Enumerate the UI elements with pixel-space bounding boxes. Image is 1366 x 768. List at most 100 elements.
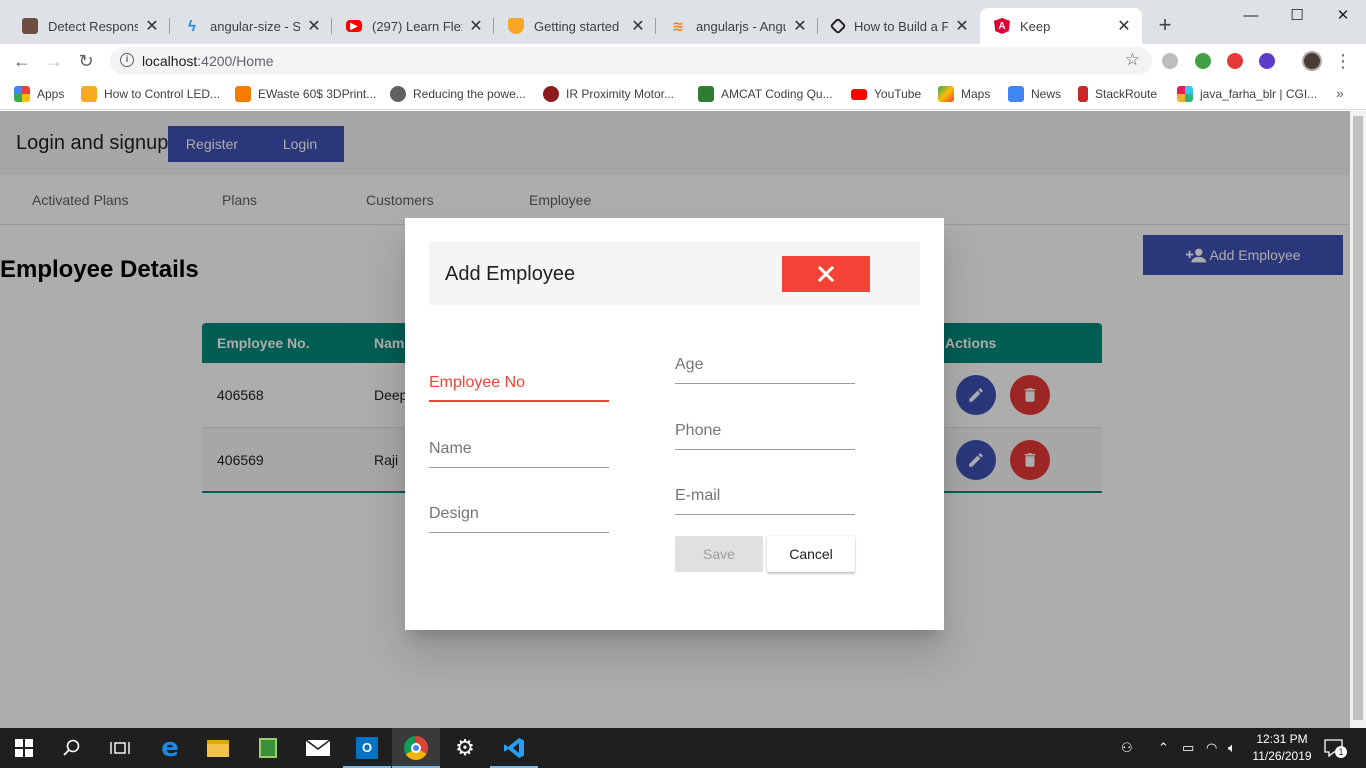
search-button[interactable] [48,728,96,768]
close-tab-icon[interactable]: ✕ [306,16,322,36]
browser-tab-strip: Detect Responsive ✕ ϟ angular-size - Sta… [0,0,1366,44]
file-explorer-button[interactable] [194,728,242,768]
bookmark-favicon [81,86,97,102]
browser-tab[interactable]: Detect Responsive ✕ [8,8,170,44]
bookmark-item[interactable]: Maps [938,85,990,103]
browser-toolbar: ← → ↻ i localhost:4200/Home ☆ [0,44,1366,78]
email-field[interactable]: E-mail [675,475,855,515]
vscode-button[interactable] [490,728,538,768]
maps-icon [938,86,954,102]
close-icon [818,266,834,282]
reload-icon[interactable]: ↻ [74,49,98,73]
chrome-icon [404,736,428,760]
bookmark-item[interactable]: News [1008,85,1061,103]
outlook-button[interactable]: O [343,728,391,768]
show-hidden-icons-icon[interactable]: ⌃ [1158,740,1169,756]
bookmark-apps[interactable]: Apps [14,85,64,103]
wifi-icon[interactable]: ◠ [1206,740,1217,756]
youtube-icon [851,88,867,100]
name-field[interactable]: Name [429,428,609,468]
new-tab-button[interactable]: + [1152,12,1178,38]
extension-icon[interactable] [1227,53,1243,69]
bookmark-item[interactable]: java_farha_blr | CGI... [1177,85,1317,103]
phone-field[interactable]: Phone [675,410,855,450]
address-bar[interactable]: i localhost:4200/Home ☆ [110,47,1152,75]
youtube-icon: ▶ [346,20,362,32]
settings-button[interactable]: ⚙ [441,728,489,768]
close-tab-icon[interactable]: ✕ [468,16,484,36]
browser-tab-active[interactable]: A Keep ✕ [980,8,1142,44]
bolt-icon: ϟ [188,17,196,35]
bookmark-item[interactable]: StackRoute [1078,85,1157,103]
edge-icon: e [161,733,179,763]
design-label: Design [429,505,479,522]
employee-no-label: Employee No [429,374,526,391]
notification-center-icon[interactable]: 1 [1324,738,1347,758]
bookmark-item[interactable]: IR Proximity Motor... [543,85,674,103]
scrollbar-thumb[interactable] [1353,116,1363,720]
bookmark-item[interactable]: Reducing the powe... [390,85,526,103]
bookmark-star-icon[interactable]: ☆ [1125,50,1140,70]
browser-tab[interactable]: ▶ (297) Learn Flexbo ✕ [332,8,494,44]
maximize-window-icon[interactable]: ☐ [1274,0,1320,32]
news-icon [1008,86,1024,102]
chrome-taskbar-button[interactable] [392,728,440,768]
clock-time: 12:31 PM [1256,732,1308,746]
close-tab-icon[interactable]: ✕ [630,16,646,36]
more-bookmarks-icon[interactable]: » [1336,85,1344,101]
close-tab-icon[interactable]: ✕ [144,16,160,36]
save-button[interactable]: Save [675,536,763,572]
battery-icon[interactable]: ▭ [1182,740,1194,756]
edge-taskbar-button[interactable]: e [146,728,194,768]
bookmarks-bar: Apps How to Control LED... EWaste 60$ 3D… [0,78,1366,110]
close-tab-icon[interactable]: ✕ [792,16,808,36]
browser-tab[interactable]: Getting started | A ✕ [494,8,656,44]
task-view-icon [110,742,130,754]
task-view-button[interactable] [96,728,144,768]
windows-taskbar: e O ⚙ ⚇ ⌃ ▭ ◠ 🔈︎ 12:31 PM 11/26/2019 1 [0,728,1366,768]
angular-icon: A [994,18,1010,34]
bookmark-item[interactable]: EWaste 60$ 3DPrint... [235,85,376,103]
forward-arrow-icon[interactable]: → [42,49,66,73]
back-arrow-icon[interactable]: ← [10,49,34,73]
close-window-icon[interactable]: ✕ [1320,0,1366,32]
bookmark-favicon [543,86,559,102]
close-tab-icon[interactable]: ✕ [954,16,970,36]
browser-tab[interactable]: ≋ angularjs - Angula ✕ [656,8,818,44]
apps-grid-icon [14,86,30,102]
mail-button[interactable] [294,728,342,768]
phone-label: Phone [675,422,722,439]
browser-tab[interactable]: How to Build a Ful ✕ [818,8,980,44]
bookmark-item[interactable]: YouTube [851,85,921,103]
profile-avatar[interactable] [1302,51,1322,71]
volume-icon[interactable]: 🔈︎ [1228,740,1236,756]
media-app-button[interactable] [244,728,292,768]
employee-no-field[interactable]: Employee No [429,362,609,402]
age-field[interactable]: Age [675,344,855,384]
dark-mode-extension-icon[interactable] [1259,53,1275,69]
url-text[interactable]: localhost:4200/Home [142,53,274,69]
tab-title: Getting started | A [534,18,624,34]
codepen-icon [829,17,847,35]
browser-tab[interactable]: ϟ angular-size - Stac ✕ [170,8,332,44]
tab-title: angularjs - Angula [696,18,786,34]
design-field[interactable]: Design [429,493,609,533]
notification-count-badge: 1 [1335,746,1347,758]
cancel-button[interactable]: Cancel [767,536,855,572]
site-info-icon[interactable]: i [120,53,134,67]
extension-icon[interactable] [1195,53,1211,69]
search-icon [63,739,80,756]
name-label: Name [429,440,472,457]
browser-menu-icon[interactable]: ⋮ [1334,51,1352,71]
close-tab-icon[interactable]: ✕ [1116,16,1132,36]
bookmark-item[interactable]: How to Control LED... [81,85,220,103]
globe-extension-icon[interactable] [1162,53,1178,69]
minimize-window-icon[interactable]: — [1228,0,1274,32]
bookmark-favicon [235,86,251,102]
start-button[interactable] [0,728,48,768]
people-icon[interactable]: ⚇ [1121,740,1133,756]
system-clock[interactable]: 12:31 PM 11/26/2019 [1250,731,1314,765]
add-employee-dialog: Add Employee Employee No Name Design Age… [405,218,944,630]
bookmark-item[interactable]: AMCAT Coding Qu... [698,85,833,103]
dialog-close-button[interactable] [782,256,870,292]
